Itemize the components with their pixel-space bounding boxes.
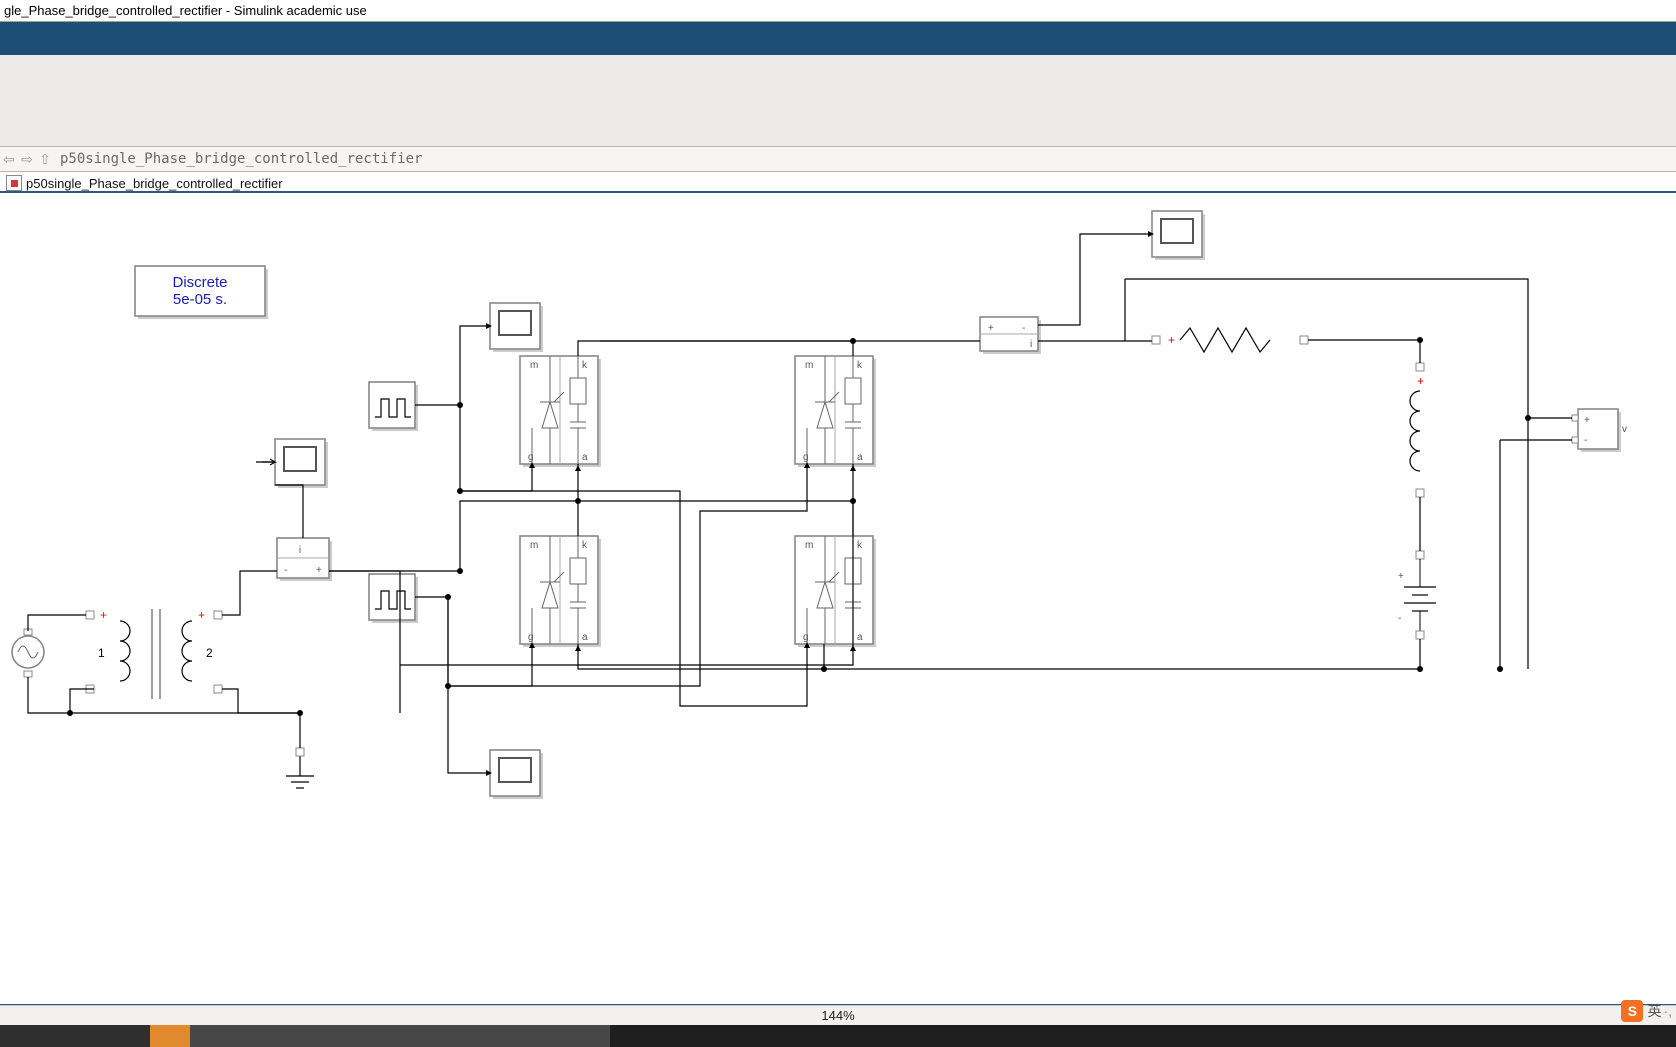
zoom-level[interactable]: 144%: [821, 1008, 854, 1023]
pulse-generator-1[interactable]: [369, 382, 418, 431]
svg-text:+: +: [1417, 374, 1424, 388]
svg-text:g: g: [528, 632, 534, 643]
svg-text:v: v: [1622, 424, 1627, 435]
svg-text:m: m: [805, 360, 813, 371]
nav-up-icon[interactable]: ⇧: [36, 151, 54, 168]
ime-language: 英: [1647, 1001, 1661, 1021]
svg-text:a: a: [582, 452, 588, 463]
svg-text:i: i: [1030, 339, 1032, 350]
taskbar[interactable]: [0, 1025, 1676, 1047]
scope-bottom[interactable]: [490, 750, 543, 799]
breadcrumb[interactable]: p50single_Phase_bridge_controlled_rectif…: [54, 151, 428, 167]
model-tab-icon: [6, 175, 22, 191]
transformer-port1: 1: [98, 646, 105, 660]
thyristor-3[interactable]: m k g a: [520, 536, 601, 647]
dc-voltage-source[interactable]: + -: [1398, 551, 1436, 639]
scope-top-left[interactable]: [490, 303, 543, 352]
ribbon-body: [0, 55, 1676, 147]
svg-text:a: a: [582, 632, 588, 643]
nav-back-icon[interactable]: ⇦: [0, 151, 18, 168]
ac-voltage-source[interactable]: [12, 629, 44, 677]
pulse-generator-2[interactable]: [369, 574, 418, 623]
model-canvas[interactable]: Discrete 5e-05 s.: [0, 191, 1676, 1006]
scope-center-left[interactable]: [275, 439, 328, 488]
svg-text:i: i: [299, 545, 301, 556]
svg-text:-: -: [284, 565, 287, 576]
window-title: gle_Phase_bridge_controlled_rectifier - …: [0, 0, 1676, 22]
voltage-measurement[interactable]: + - v: [1572, 409, 1627, 452]
nav-bar: ⇦ ⇨ ⇧ p50single_Phase_bridge_controlled_…: [0, 147, 1676, 172]
thyristor-4[interactable]: m k g a: [795, 536, 876, 647]
thyristor-2[interactable]: m k g a: [795, 356, 876, 467]
svg-text:m: m: [530, 360, 538, 371]
model-tab-label[interactable]: p50single_Phase_bridge_controlled_rectif…: [26, 176, 283, 191]
svg-text:m: m: [530, 540, 538, 551]
svg-text:+: +: [1168, 333, 1175, 347]
powergui-line2: 5e-05 s.: [173, 291, 227, 308]
svg-text:-: -: [1022, 323, 1025, 334]
thyristor-1[interactable]: m k g a: [520, 356, 601, 467]
svg-text:a: a: [857, 452, 863, 463]
svg-text:+: +: [1398, 571, 1404, 582]
svg-text:a: a: [857, 632, 863, 643]
svg-text:+: +: [1584, 415, 1590, 426]
series-inductor[interactable]: +: [1410, 363, 1424, 497]
svg-text:g: g: [528, 452, 534, 463]
transformer-port2: 2: [206, 646, 213, 660]
scope-current[interactable]: [1152, 211, 1205, 260]
ribbon-tabstrip[interactable]: [0, 22, 1676, 55]
ime-more-icon: ·,: [1663, 1003, 1672, 1019]
svg-text:g: g: [803, 452, 809, 463]
svg-text:+: +: [988, 323, 994, 334]
linear-transformer[interactable]: 1 2 + +: [86, 608, 222, 699]
svg-text:+: +: [316, 565, 322, 576]
svg-text:+: +: [198, 608, 205, 622]
series-resistor[interactable]: +: [1152, 328, 1308, 352]
svg-text:-: -: [1584, 435, 1587, 446]
ime-logo-icon: S: [1621, 1000, 1643, 1022]
powergui-line1: Discrete: [172, 274, 227, 291]
svg-text:-: -: [1398, 613, 1401, 624]
current-measurement[interactable]: + - i: [980, 317, 1041, 354]
svg-text:g: g: [803, 632, 809, 643]
ime-indicator[interactable]: S 英 ·,: [1621, 999, 1672, 1023]
status-bar: 144%: [0, 1005, 1676, 1025]
svg-text:m: m: [805, 540, 813, 551]
ground-block[interactable]: [286, 748, 314, 788]
powergui-block[interactable]: Discrete 5e-05 s.: [135, 266, 268, 319]
ac-current-measurement[interactable]: i - +: [277, 538, 332, 581]
nav-fwd-icon[interactable]: ⇨: [18, 151, 36, 168]
svg-text:+: +: [100, 608, 107, 622]
